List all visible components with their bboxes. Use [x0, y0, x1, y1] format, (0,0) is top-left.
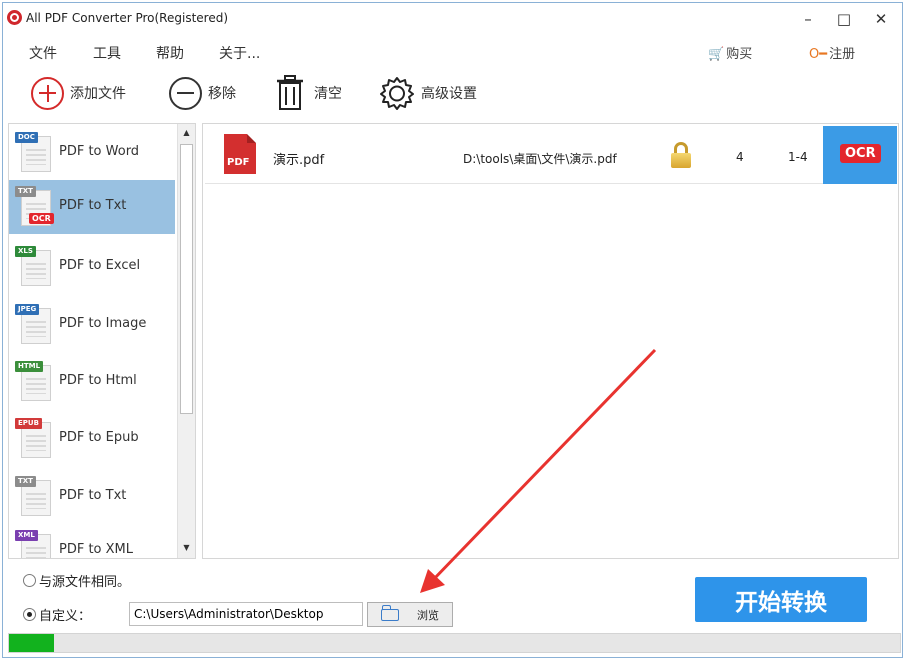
document-icon: TXT OCR: [15, 186, 54, 228]
scroll-up-icon[interactable]: ▲: [178, 125, 195, 141]
file-list: PDF 演示.pdf D:\tools\桌面\文件\演示.pdf 4 1-4 O…: [202, 123, 899, 559]
menu-help[interactable]: 帮助: [156, 43, 184, 63]
menu-bar: 文件 工具 帮助 关于...: [3, 39, 902, 65]
close-button[interactable]: ✕: [871, 9, 891, 29]
remove-label: 移除: [208, 86, 236, 102]
minimize-button[interactable]: –: [798, 9, 818, 29]
trash-icon: [277, 75, 303, 110]
converter-label: PDF to Txt: [59, 488, 127, 503]
add-icon: [31, 76, 64, 110]
file-page-range[interactable]: 1-4: [788, 150, 808, 164]
pdf-file-icon: PDF: [224, 134, 256, 174]
clear-label: 清空: [314, 86, 342, 102]
file-name: 演示.pdf: [273, 153, 325, 168]
browse-label: 浏览: [417, 608, 439, 622]
format-tag: JPEG: [15, 304, 40, 315]
register-label: 注册: [829, 47, 856, 62]
document-icon: XML: [15, 530, 53, 558]
buy-link[interactable]: 🛒 购买: [708, 43, 752, 62]
format-tag: XML: [15, 530, 38, 541]
menu-tools[interactable]: 工具: [93, 43, 121, 63]
clear-button[interactable]: 清空: [276, 75, 342, 111]
advanced-settings-button[interactable]: 高级设置: [379, 75, 477, 111]
same-as-source-option[interactable]: 与源文件相同。: [23, 571, 130, 590]
document-icon: HTML: [15, 361, 53, 403]
add-file-button[interactable]: 添加文件: [31, 75, 126, 111]
converter-item[interactable]: EPUB PDF to Epub: [9, 412, 175, 466]
remove-icon: [169, 76, 202, 110]
format-tag: DOC: [15, 132, 38, 143]
toolbar: 添加文件 移除 清空 高级设置: [3, 71, 902, 115]
add-file-label: 添加文件: [70, 86, 126, 102]
menu-about[interactable]: 关于...: [219, 43, 260, 63]
app-logo-icon: [7, 10, 22, 25]
ocr-badge: OCR: [840, 144, 881, 163]
format-tag: TXT: [15, 186, 36, 197]
document-icon: EPUB: [15, 418, 53, 460]
converter-label: PDF to Word: [59, 144, 140, 159]
format-tag: EPUB: [15, 418, 42, 429]
document-icon: TXT: [15, 476, 53, 518]
scrollbar-thumb[interactable]: [180, 144, 193, 414]
window-title: All PDF Converter Pro(Registered): [26, 11, 229, 25]
file-row[interactable]: PDF 演示.pdf D:\tools\桌面\文件\演示.pdf 4 1-4 O…: [205, 126, 897, 184]
file-page-count: 4: [736, 150, 744, 164]
format-tag: XLS: [15, 246, 36, 257]
converter-scrollbar[interactable]: ▲ ▼: [177, 124, 195, 558]
menu-file[interactable]: 文件: [29, 43, 57, 63]
converter-item[interactable]: JPEG PDF to Image: [9, 298, 175, 352]
pdf-icon-text: PDF: [227, 157, 250, 168]
format-tag: HTML: [15, 361, 44, 372]
title-bar: All PDF Converter Pro(Registered) – □ ✕: [3, 3, 902, 37]
app-window: All PDF Converter Pro(Registered) – □ ✕ …: [2, 2, 903, 658]
converter-item[interactable]: XML PDF to XML: [9, 524, 175, 558]
converter-item[interactable]: TXT PDF to Txt: [9, 470, 175, 524]
advanced-settings-label: 高级设置: [421, 86, 477, 102]
converter-list: DOC PDF to Word TXT OCR PDF to Txt XLS PDF to …: [8, 123, 196, 559]
ocr-cell[interactable]: OCR: [823, 126, 897, 184]
file-path: D:\tools\桌面\文件\演示.pdf: [463, 152, 617, 166]
register-link[interactable]: O━ 注册: [809, 43, 855, 62]
converter-label: PDF to Excel: [59, 258, 141, 273]
document-icon: DOC: [15, 132, 53, 174]
converter-item[interactable]: HTML PDF to Html: [9, 355, 175, 409]
start-convert-button[interactable]: 开始转换: [695, 577, 867, 622]
converter-label: PDF to Txt: [59, 198, 127, 213]
converter-item[interactable]: XLS PDF to Excel: [9, 240, 175, 294]
cart-icon: 🛒: [708, 47, 725, 62]
custom-path-label: 自定义：: [39, 609, 92, 624]
custom-path-option[interactable]: 自定义：: [23, 605, 91, 624]
converter-label: PDF to XML: [59, 542, 134, 557]
converter-item[interactable]: TXT OCR PDF to Txt: [9, 180, 175, 234]
same-as-source-radio[interactable]: [23, 574, 36, 587]
format-tag: TXT: [15, 476, 36, 487]
progress-fill: [9, 634, 54, 652]
remove-button[interactable]: 移除: [169, 75, 236, 111]
converter-label: PDF to Html: [59, 373, 137, 388]
output-path-input[interactable]: [129, 602, 363, 626]
maximize-button[interactable]: □: [834, 9, 854, 29]
document-icon: JPEG: [15, 304, 53, 346]
buy-label: 购买: [726, 47, 753, 62]
converter-label: PDF to Image: [59, 316, 147, 331]
browse-button[interactable]: 浏览: [367, 602, 453, 627]
gear-icon: [380, 77, 414, 110]
converter-label: PDF to Epub: [59, 430, 139, 445]
converter-item[interactable]: DOC PDF to Word: [9, 126, 175, 180]
custom-path-radio[interactable]: [23, 608, 36, 621]
same-as-source-label: 与源文件相同。: [39, 575, 131, 590]
scroll-down-icon[interactable]: ▼: [178, 540, 195, 556]
document-icon: XLS: [15, 246, 53, 288]
ocr-badge: OCR: [29, 213, 54, 224]
key-icon: O━: [809, 47, 828, 62]
lock-icon[interactable]: [671, 142, 691, 168]
folder-icon: [381, 604, 399, 621]
progress-bar: [8, 633, 901, 653]
